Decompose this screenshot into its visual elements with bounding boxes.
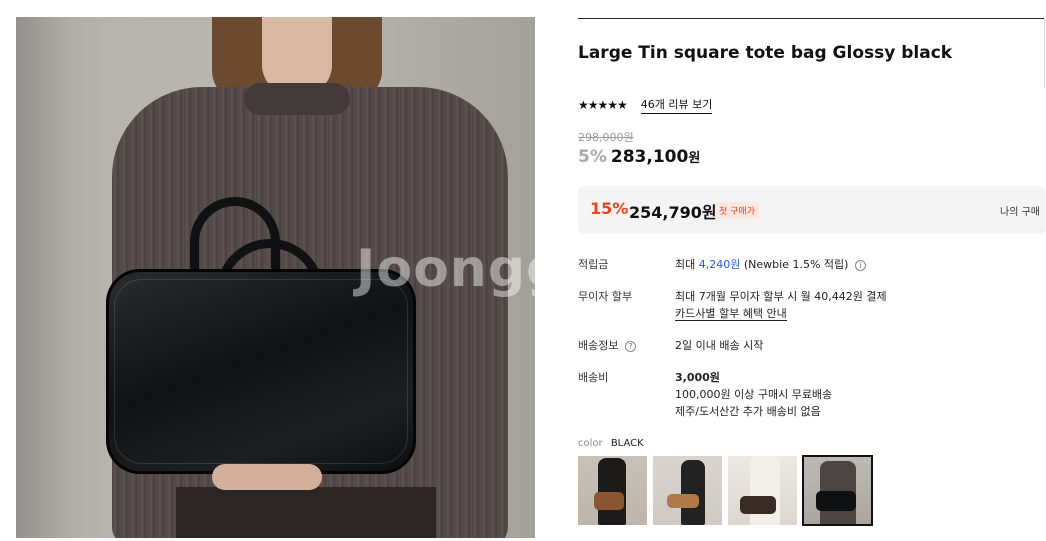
color-option-row: color BLACK — [578, 438, 644, 449]
info-circle-icon[interactable]: i — [854, 259, 866, 271]
installment-benefit-link[interactable]: 카드사별 할부 혜택 안내 — [675, 307, 787, 321]
first-purchase-badge: 첫 구매가 — [715, 202, 759, 219]
thumb-model — [681, 460, 705, 525]
thumb-bag — [667, 494, 699, 508]
sale-price: 283,100 — [610, 147, 689, 167]
model-skirt — [176, 487, 436, 538]
review-link[interactable]: 46개 리뷰 보기 — [640, 96, 713, 114]
shipping-fee-label: 배송비 — [578, 371, 609, 384]
original-price: 298,000원 — [578, 131, 634, 144]
color-thumbnail-1[interactable] — [578, 456, 647, 525]
shipping-free-text: 100,000원 이상 구매시 무료배송 — [675, 388, 833, 401]
watermark-logo: Joongg — [356, 239, 535, 299]
sale-rate: 5% — [578, 147, 607, 167]
shipping-fee-value: 3,000원 100,000원 이상 구매시 무료배송 제주/도서산간 추가 배… — [675, 369, 832, 420]
delivery-info-label-text: 배송정보 — [578, 339, 619, 352]
color-label: color — [578, 438, 603, 449]
coupon-price: 254,790원 — [629, 203, 717, 222]
product-info-panel: Large Tin square tote bag Glossy black ★… — [578, 0, 1046, 541]
color-thumbnails — [578, 455, 878, 526]
photo-shade — [16, 17, 76, 538]
thumb-bag — [740, 496, 776, 514]
model-sweater-collar — [244, 83, 350, 115]
points-amount: 4,240원 — [698, 258, 741, 271]
help-circle-icon[interactable]: ? — [624, 340, 636, 352]
coupon-rate: 15% — [590, 199, 629, 218]
color-thumbnail-3[interactable] — [728, 456, 797, 525]
installment-value: 최대 7개월 무이자 할부 시 월 40,442원 결제 카드사별 할부 혜택 … — [675, 288, 887, 322]
shipping-fee: 3,000원 — [675, 371, 720, 384]
points-prefix: 최대 — [675, 258, 696, 271]
shipping-island-text: 제주/도서산간 추가 배송비 없음 — [675, 405, 821, 418]
delivery-info-text: 2일 이내 배송 시작 — [675, 339, 764, 352]
rating-stars-icon: ★★★★★ — [578, 98, 628, 112]
installment-text: 최대 7개월 무이자 할부 시 월 40,442원 결제 — [675, 290, 887, 303]
scrollbar-track[interactable] — [1044, 18, 1045, 88]
thumb-bag — [594, 492, 624, 510]
rating-row: ★★★★★ 46개 리뷰 보기 — [578, 96, 713, 114]
product-title: Large Tin square tote bag Glossy black — [578, 43, 953, 63]
installment-label: 무이자 할부 — [578, 290, 633, 303]
main-product-image[interactable]: Joongg — [16, 17, 535, 538]
color-thumbnail-4-selected[interactable] — [802, 455, 873, 526]
tote-bag-seam — [114, 279, 408, 464]
top-divider — [578, 18, 1044, 19]
thumb-model — [750, 456, 780, 525]
first-purchase-price-box[interactable]: 15% 254,790원 첫 구매가 나의 구매 — [578, 186, 1046, 234]
points-value: 최대 4,240원 (Newbie 1.5% 적립) i — [675, 256, 866, 273]
thumb-bag — [816, 491, 856, 511]
color-thumbnail-2[interactable] — [653, 456, 722, 525]
points-suffix: (Newbie 1.5% 적립) — [743, 258, 849, 271]
delivery-info-label: 배송정보 ? — [578, 337, 636, 353]
color-value: BLACK — [610, 438, 644, 449]
sale-price-unit: 원 — [688, 151, 701, 166]
model-hand — [212, 464, 322, 490]
my-purchase-price-link[interactable]: 나의 구매 — [1000, 203, 1040, 218]
points-label: 적립금 — [578, 258, 609, 271]
sale-price-row: 5% 283,100 원 — [578, 147, 700, 167]
